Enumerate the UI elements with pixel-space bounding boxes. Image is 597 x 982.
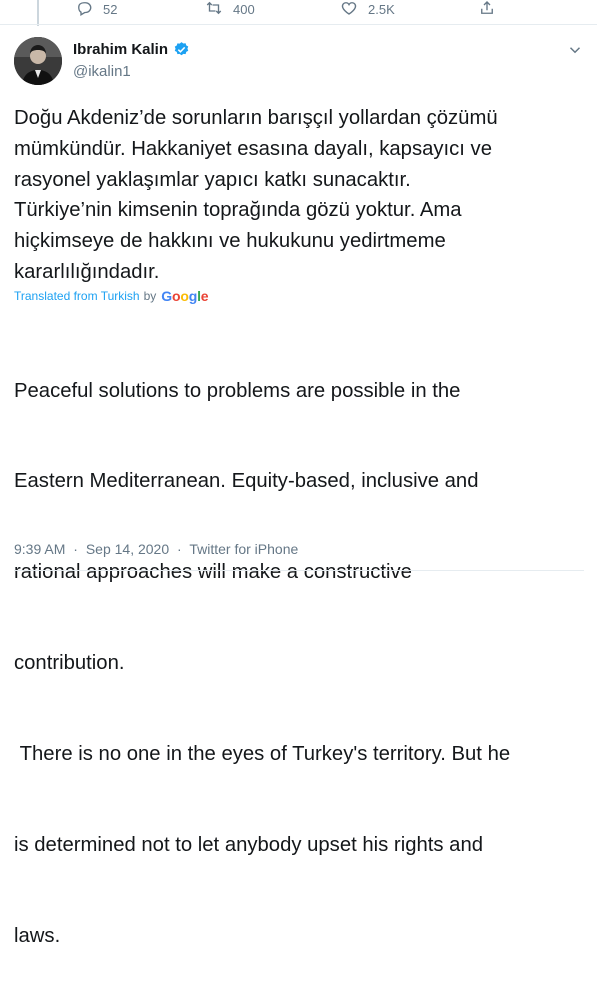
tweet-meta: 9:39 AM · Sep 14, 2020 · Twitter for iPh… (14, 541, 298, 557)
share-icon (478, 0, 496, 20)
author-handle[interactable]: @ikalin1 (73, 63, 190, 80)
heart-icon (340, 0, 358, 20)
tweet-text-line: hiçkimseye de hakkını ve hukukunu yedirt… (14, 230, 446, 253)
meta-separator: · (73, 541, 78, 557)
reply-icon (75, 0, 93, 20)
author-block: Ibrahim Kalin @ikalin1 (73, 41, 190, 80)
tweet-text: Doğu Akdeniz’de sorunların barışçıl yoll… (14, 103, 584, 288)
translation-text-line: Peaceful solutions to problems are possi… (14, 379, 461, 402)
divider (14, 570, 584, 571)
google-logo: Google (161, 288, 209, 304)
tweet-text-line: kararlılığındadır. (14, 260, 160, 283)
translation-text-line: Eastern Mediterranean. Equity-based, inc… (14, 470, 479, 493)
translated-by-label: by (143, 289, 157, 303)
like-count: 2.5K (368, 1, 395, 17)
translation-attribution: Translated from Turkish by Google (14, 288, 209, 304)
chevron-down-icon (566, 46, 584, 63)
meta-separator: · (177, 541, 182, 557)
tweet-time[interactable]: 9:39 AM (14, 541, 65, 557)
tweet-text-line: mümkündür. Hakkaniyet esasına dayalı, ka… (14, 137, 492, 160)
more-options-button[interactable] (566, 41, 584, 59)
reply-button[interactable]: 52 (75, 0, 117, 18)
author-name-row[interactable]: Ibrahim Kalin (73, 41, 190, 58)
tweet-text-line: rasyonel yaklaşımlar yapıcı katkı sunaca… (14, 168, 411, 191)
translation-text: Peaceful solutions to problems are possi… (14, 315, 584, 982)
tweet-text-line: Doğu Akdeniz’de sorunların barışçıl yoll… (14, 107, 498, 129)
tweet-text-line: Türkiye’nin kimsenin toprağında gözü yok… (14, 199, 462, 222)
verified-badge-icon (173, 41, 190, 58)
author-display-name[interactable]: Ibrahim Kalin (73, 41, 168, 58)
share-button[interactable] (478, 0, 496, 18)
translated-from-link[interactable]: Translated from Turkish (14, 289, 140, 303)
translation-text-line: rational approaches will make a construc… (14, 561, 412, 584)
avatar-image (14, 37, 62, 85)
translation-text-line: laws. (14, 924, 61, 947)
retweet-icon (205, 0, 223, 20)
like-button[interactable]: 2.5K (340, 0, 395, 18)
tweet-date[interactable]: Sep 14, 2020 (86, 541, 169, 557)
tweet-source[interactable]: Twitter for iPhone (189, 541, 298, 557)
avatar[interactable] (14, 37, 62, 85)
translation-text-line: is determined not to let anybody upset h… (14, 834, 484, 857)
retweet-button[interactable]: 400 (205, 0, 255, 18)
divider (0, 24, 597, 25)
translation-text-line: contribution. (14, 652, 125, 675)
tweet-action-bar: 52 400 2.5K (0, 0, 597, 20)
retweet-count: 400 (233, 1, 255, 17)
translation-text-line: There is no one in the eyes of Turkey's … (14, 743, 511, 766)
reply-count: 52 (103, 1, 118, 17)
